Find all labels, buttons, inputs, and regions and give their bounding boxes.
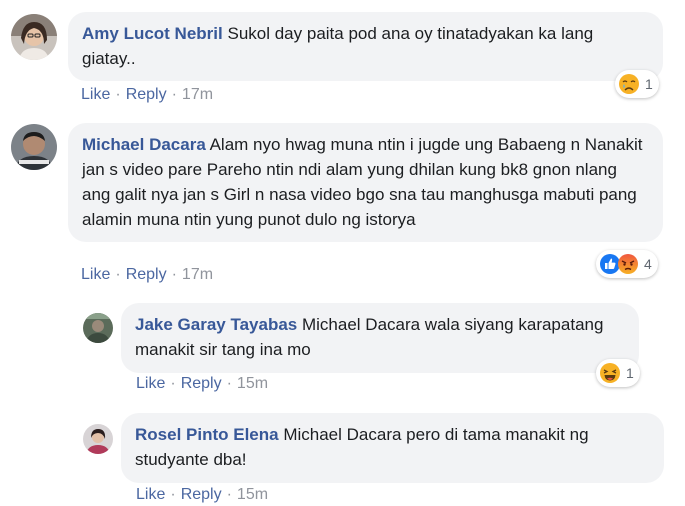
reply-actions: Like · Reply · 15m (136, 375, 268, 393)
reaction-count: 4 (644, 256, 652, 272)
reaction-summary[interactable]: 4 (596, 250, 658, 278)
separator: · (115, 86, 121, 103)
comment-author[interactable]: Michael Dacara (82, 135, 206, 154)
reply-bubble: Jake Garay Tayabas Michael Dacara wala s… (121, 303, 639, 373)
avatar[interactable] (83, 313, 113, 343)
reaction-count: 1 (645, 76, 653, 92)
comment-bubble: Amy Lucot Nebril Sukol day paita pod ana… (68, 12, 663, 81)
avatar[interactable] (11, 124, 57, 170)
separator: · (171, 266, 177, 283)
reaction-summary[interactable]: 1 (596, 359, 640, 387)
angry-face-icon (617, 253, 639, 275)
comment-author[interactable]: Amy Lucot Nebril (82, 24, 223, 43)
separator: · (170, 375, 176, 392)
separator: · (115, 266, 121, 283)
separator: · (226, 375, 232, 392)
avatar[interactable] (11, 14, 57, 60)
reply-link[interactable]: Reply (181, 486, 222, 503)
reaction-summary[interactable]: 1 (615, 70, 659, 98)
like-link[interactable]: Like (81, 86, 110, 103)
reply-actions: Like · Reply · 15m (136, 486, 268, 504)
crying-face-icon (618, 73, 640, 95)
like-link[interactable]: Like (136, 486, 165, 503)
reply-bubble: Rosel Pinto Elena Michael Dacara pero di… (121, 413, 664, 483)
like-link[interactable]: Like (136, 375, 165, 392)
separator: · (171, 86, 177, 103)
timestamp[interactable]: 17m (182, 266, 213, 283)
reply-link[interactable]: Reply (181, 375, 222, 392)
reply-link[interactable]: Reply (126, 266, 167, 283)
avatar[interactable] (83, 424, 113, 454)
like-link[interactable]: Like (81, 266, 110, 283)
separator: · (170, 486, 176, 503)
reaction-count: 1 (626, 365, 634, 381)
comment-actions: Like · Reply · 17m (81, 86, 213, 104)
timestamp[interactable]: 17m (182, 86, 213, 103)
comment-actions: Like · Reply · 17m (81, 266, 213, 284)
separator: · (226, 486, 232, 503)
timestamp[interactable]: 15m (237, 486, 268, 503)
reply-author[interactable]: Jake Garay Tayabas (135, 315, 297, 334)
reply-link[interactable]: Reply (126, 86, 167, 103)
timestamp[interactable]: 15m (237, 375, 268, 392)
reply-author[interactable]: Rosel Pinto Elena (135, 425, 279, 444)
laughing-face-icon (599, 362, 621, 384)
comment-bubble: Michael Dacara Alam nyo hwag muna ntin i… (68, 123, 663, 242)
